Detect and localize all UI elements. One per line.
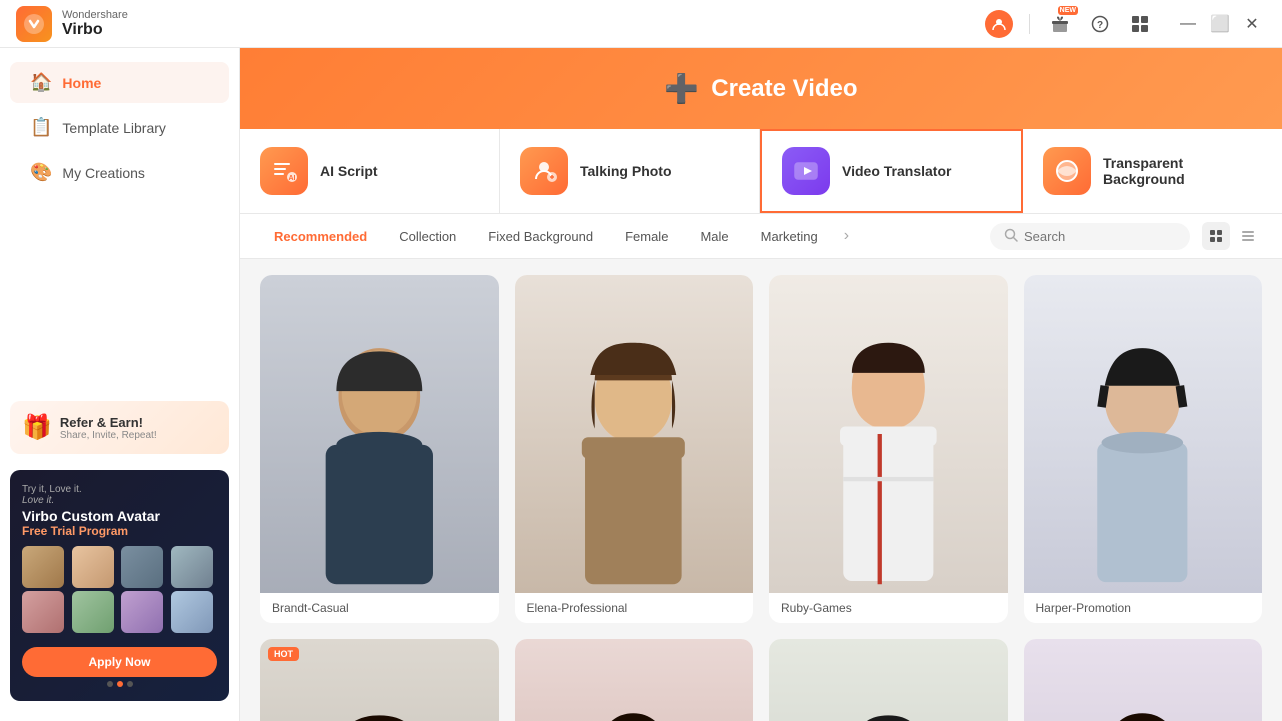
promo-avatar-1 xyxy=(22,546,64,588)
avatar-card-elena[interactable]: Elena-Professional xyxy=(515,275,754,623)
promo-avatar-grid xyxy=(22,546,217,633)
avatar-card-ruby[interactable]: Ruby-Games xyxy=(769,275,1008,623)
minimize-button[interactable]: — xyxy=(1174,10,1202,38)
gift-icon[interactable]: NEW xyxy=(1046,10,1074,38)
dot-2 xyxy=(117,681,123,687)
svg-text:?: ? xyxy=(1097,20,1103,31)
brand-name: Wondershare xyxy=(62,9,128,21)
grid-view-button[interactable] xyxy=(1202,222,1230,250)
video-translator-icon xyxy=(782,147,830,195)
filter-tab-fixed-background[interactable]: Fixed Background xyxy=(474,224,607,249)
app-branding: Wondershare Virbo xyxy=(16,6,128,42)
promo-love-text: Love it. xyxy=(22,495,217,506)
filter-tab-marketing[interactable]: Marketing xyxy=(747,224,832,249)
promo-virbo-title: Virbo Custom Avatar xyxy=(22,508,217,524)
promo-avatar-8 xyxy=(171,591,213,633)
search-icon xyxy=(1004,228,1018,245)
avatar-name-harper: Harper-Promotion xyxy=(1024,593,1263,623)
app-name: Virbo xyxy=(62,21,128,39)
restore-button[interactable]: ⬜ xyxy=(1206,10,1234,38)
filter-tab-recommended[interactable]: Recommended xyxy=(260,224,381,249)
filter-tab-collection[interactable]: Collection xyxy=(385,224,470,249)
close-button[interactable]: ✕ xyxy=(1238,10,1266,38)
talking-photo-label: Talking Photo xyxy=(580,163,672,179)
sidebar-item-home-label: Home xyxy=(62,75,101,91)
feature-card-video-translator[interactable]: Video Translator xyxy=(760,129,1023,213)
refer-icon: 🎁 xyxy=(22,413,52,442)
transparent-bg-icon xyxy=(1043,147,1091,195)
feature-card-transparent-bg[interactable]: Transparent Background xyxy=(1023,129,1282,213)
promo-avatar-7 xyxy=(121,591,163,633)
promo-dots xyxy=(22,681,217,687)
talking-photo-icon xyxy=(520,147,568,195)
promo-avatar-2 xyxy=(72,546,114,588)
create-video-title: Create Video xyxy=(711,75,857,103)
promo-free-text: Free Trial Program xyxy=(22,524,217,538)
separator xyxy=(1029,14,1030,34)
app-logo xyxy=(16,6,52,42)
view-toggle xyxy=(1202,222,1262,250)
refer-title: Refer & Earn! xyxy=(60,415,157,430)
avatar-card-harper[interactable]: Harper-Promotion xyxy=(1024,275,1263,623)
sidebar-item-template-library[interactable]: 📋 Template Library xyxy=(10,107,229,148)
avatar-card-7[interactable] xyxy=(769,639,1008,721)
promo-avatar-3 xyxy=(121,546,163,588)
titlebar-controls: NEW ? — ⬜ ✕ xyxy=(985,10,1266,38)
avatar-card-5[interactable]: HOT xyxy=(260,639,499,721)
my-creations-icon: 🎨 xyxy=(30,162,52,183)
promo-try-text: Try it, Love it. xyxy=(22,484,217,495)
create-video-banner[interactable]: ➕ Create Video xyxy=(240,48,1282,129)
filter-bar: Recommended Collection Fixed Background … xyxy=(240,214,1282,259)
search-input[interactable] xyxy=(1024,229,1164,244)
feature-cards: AI AI Script Talking Photo xyxy=(240,129,1282,214)
sidebar: 🏠 Home 📋 Template Library 🎨 My Creations… xyxy=(0,48,240,721)
custom-avatar-promo[interactable]: Try it, Love it. Love it. Virbo Custom A… xyxy=(10,470,229,701)
avatar-grid: Brandt-Casual xyxy=(260,275,1262,721)
filter-search-box[interactable] xyxy=(990,223,1190,250)
help-icon[interactable]: ? xyxy=(1086,10,1114,38)
user-avatar-icon[interactable] xyxy=(985,10,1013,38)
grid-icon[interactable] xyxy=(1126,10,1154,38)
avatar-card-6[interactable] xyxy=(515,639,754,721)
dot-1 xyxy=(107,681,113,687)
transparent-bg-label: Transparent Background xyxy=(1103,155,1262,187)
avatar-name-brandt: Brandt-Casual xyxy=(260,593,499,623)
sidebar-item-creations-label: My Creations xyxy=(62,165,144,181)
main-layout: 🏠 Home 📋 Template Library 🎨 My Creations… xyxy=(0,48,1282,721)
svg-text:AI: AI xyxy=(289,175,296,182)
new-badge: NEW xyxy=(1058,6,1078,15)
sidebar-item-my-creations[interactable]: 🎨 My Creations xyxy=(10,152,229,193)
content-area: ➕ Create Video AI AI Script xyxy=(240,48,1282,721)
promo-avatar-6 xyxy=(72,591,114,633)
avatar-grid-container: Brandt-Casual xyxy=(240,259,1282,721)
avatar-name-ruby: Ruby-Games xyxy=(769,593,1008,623)
promo-avatar-4 xyxy=(171,546,213,588)
avatar-card-8[interactable] xyxy=(1024,639,1263,721)
hot-badge: HOT xyxy=(268,647,299,661)
refer-subtitle: Share, Invite, Repeat! xyxy=(60,430,157,441)
avatar-card-brandt[interactable]: Brandt-Casual xyxy=(260,275,499,623)
ai-script-label: AI Script xyxy=(320,163,378,179)
feature-card-ai-script[interactable]: AI AI Script xyxy=(240,129,500,213)
dot-3 xyxy=(127,681,133,687)
window-controls: — ⬜ ✕ xyxy=(1174,10,1266,38)
avatar-name-elena: Elena-Professional xyxy=(515,593,754,623)
promo-avatar-5 xyxy=(22,591,64,633)
ai-script-icon: AI xyxy=(260,147,308,195)
home-icon: 🏠 xyxy=(30,72,52,93)
create-video-icon: ➕ xyxy=(664,72,699,105)
filter-tab-male[interactable]: Male xyxy=(686,224,742,249)
feature-card-talking-photo[interactable]: Talking Photo xyxy=(500,129,760,213)
list-view-button[interactable] xyxy=(1234,222,1262,250)
filter-more-button[interactable]: › xyxy=(836,223,857,249)
title-bar: Wondershare Virbo NEW ? xyxy=(0,0,1282,48)
refer-earn-promo[interactable]: 🎁 Refer & Earn! Share, Invite, Repeat! xyxy=(10,401,229,454)
filter-tab-female[interactable]: Female xyxy=(611,224,682,249)
video-translator-label: Video Translator xyxy=(842,163,951,179)
apply-now-button[interactable]: Apply Now xyxy=(22,647,217,677)
sidebar-item-home[interactable]: 🏠 Home xyxy=(10,62,229,103)
sidebar-item-template-label: Template Library xyxy=(62,120,166,136)
template-library-icon: 📋 xyxy=(30,117,52,138)
